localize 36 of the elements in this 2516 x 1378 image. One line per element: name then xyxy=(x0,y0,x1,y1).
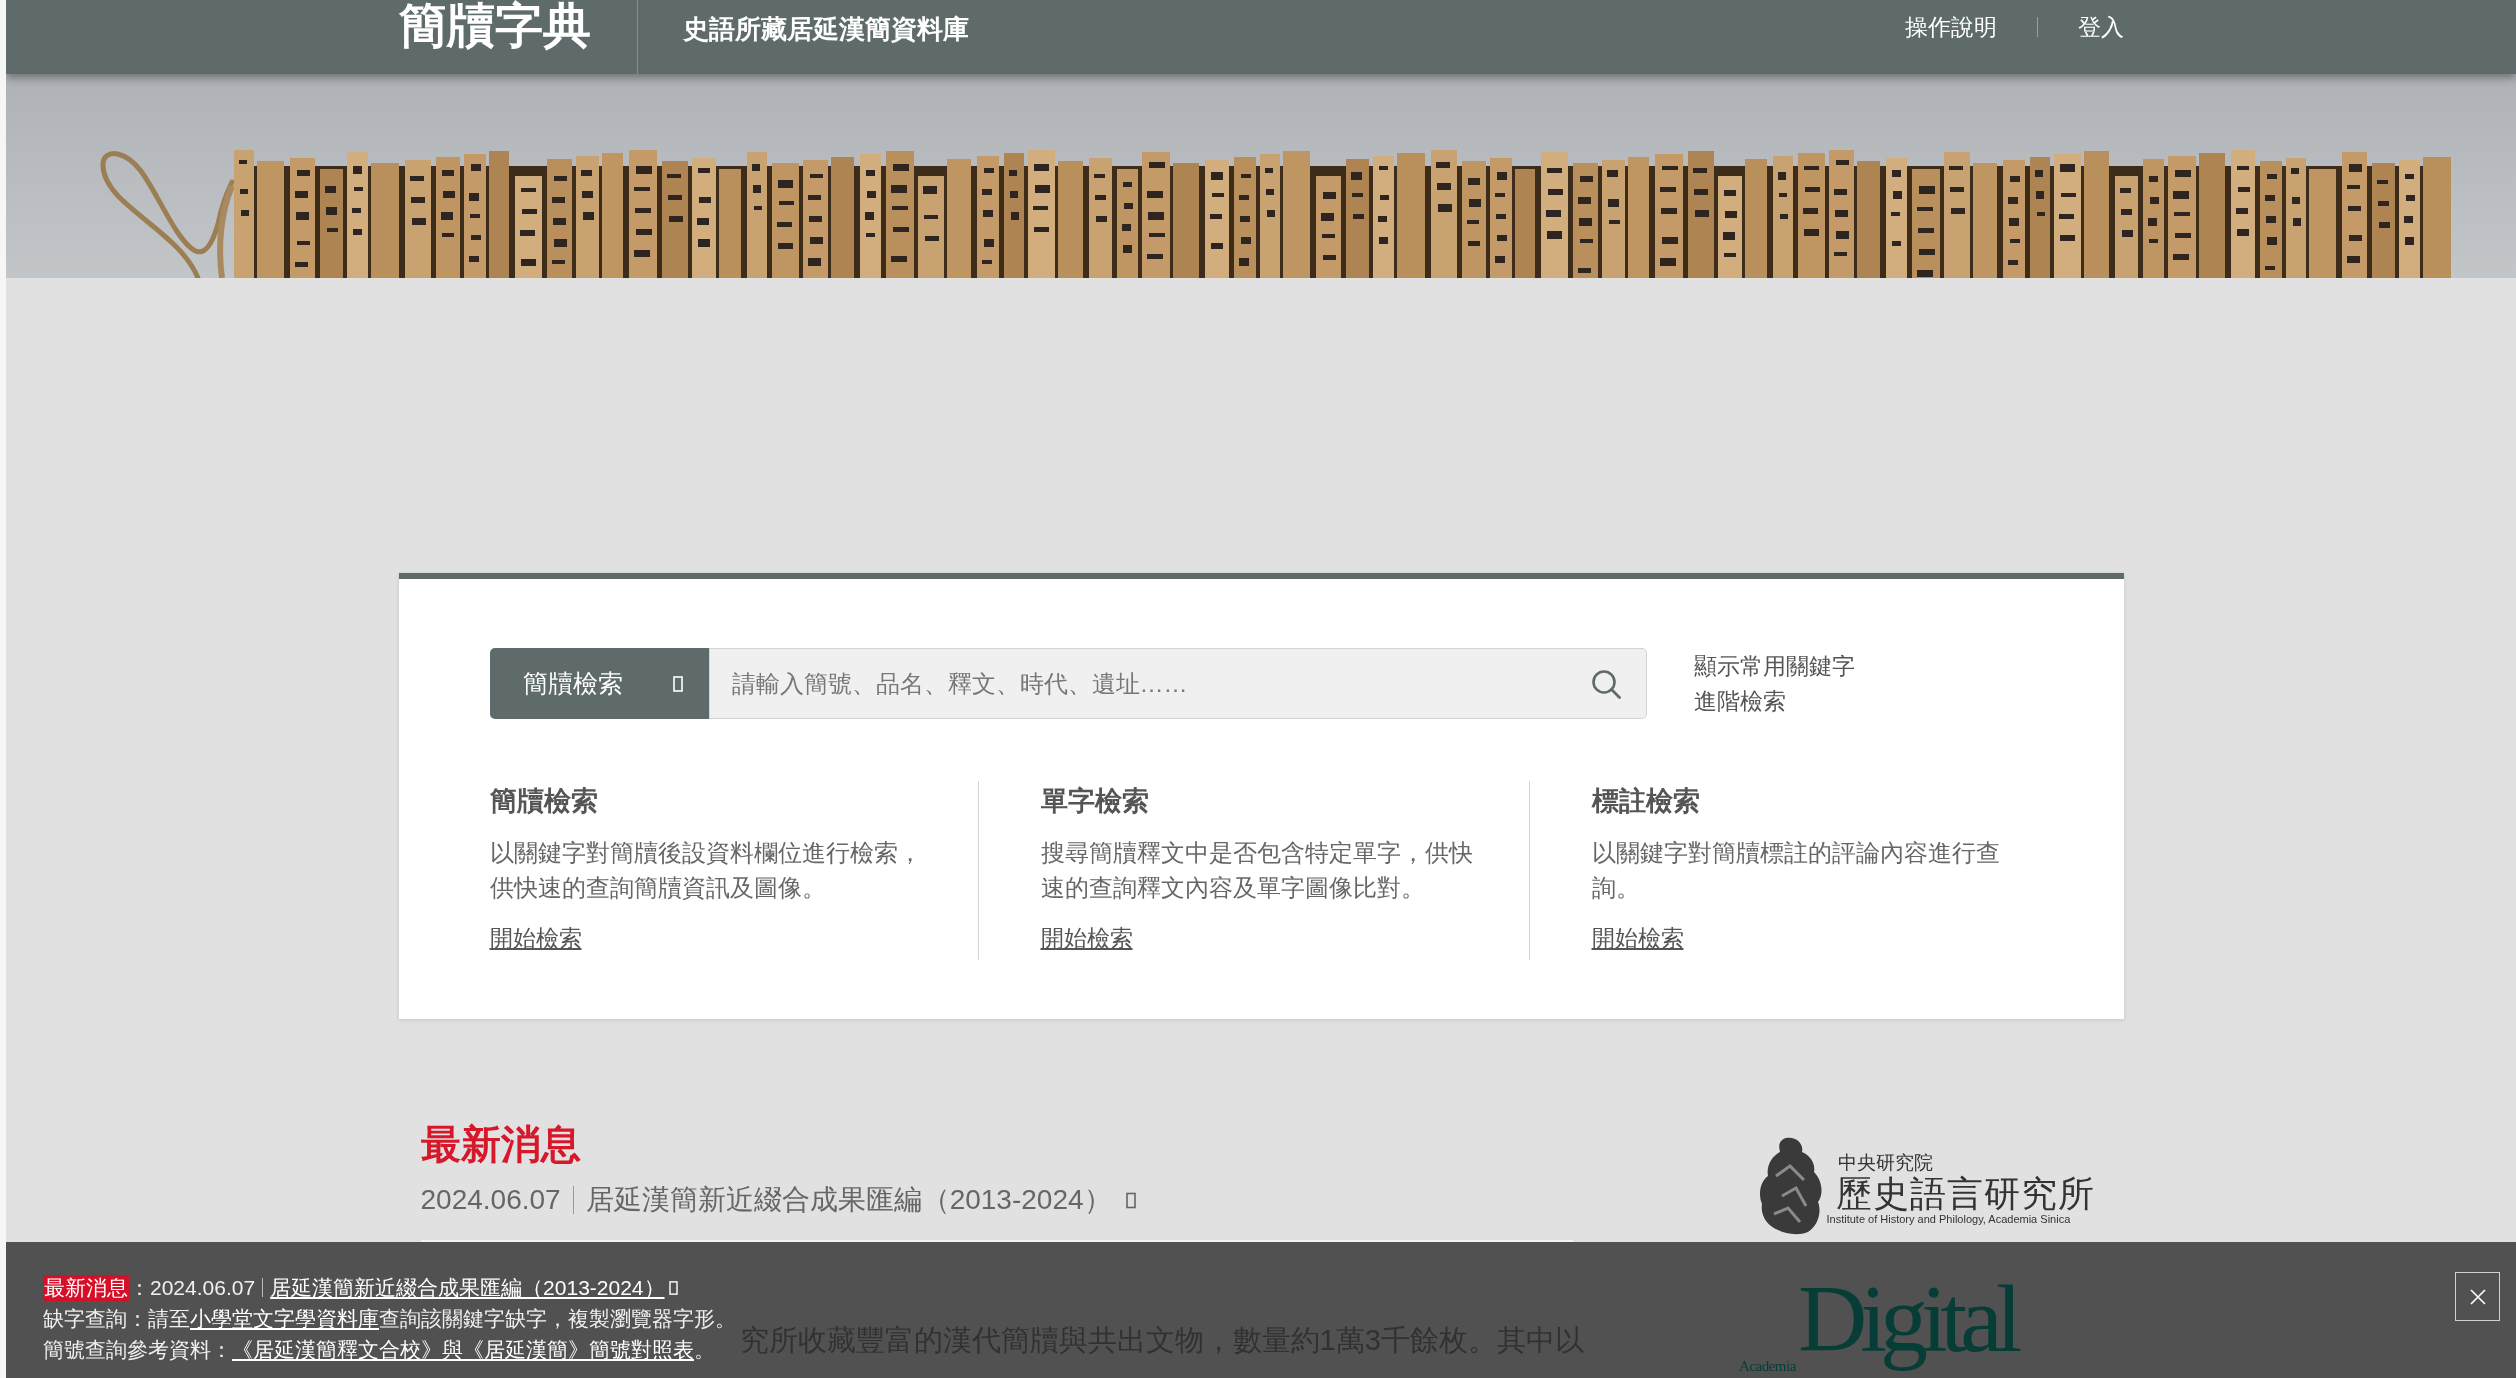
start-search-link[interactable]: 開始檢索 xyxy=(489,924,582,954)
search-mode-title: 單字檢索 xyxy=(1040,785,1149,818)
search-mode-title: 標註檢索 xyxy=(1591,785,1700,818)
news-label: 最新消息 xyxy=(43,1274,129,1301)
partner-logo: Digital xyxy=(1797,1264,2017,1374)
close-icon xyxy=(2469,1288,2486,1305)
academy-name: 中央研究院 xyxy=(1837,1152,1933,1174)
search-mode-description: 搜尋簡牘釋文中是否包含特定單字，供快速的查詢釋文內容及單字圖像比對。 xyxy=(1040,839,1473,903)
close-button[interactable] xyxy=(2455,1272,2500,1321)
news-heading: 最新消息 xyxy=(420,1121,581,1168)
nav-link[interactable]: 操作說明 xyxy=(1904,11,1997,43)
start-search-link[interactable]: 開始檢索 xyxy=(1040,924,1133,954)
institute-name: 歷史語言研究所 xyxy=(1835,1174,2095,1214)
site-logo[interactable]: 簡牘字典 xyxy=(398,0,591,52)
option-link[interactable]: 顯示常用關鍵字 xyxy=(1693,648,1855,684)
rectangle-icon xyxy=(672,675,683,692)
rectangle-icon xyxy=(668,1280,678,1295)
start-search-link[interactable]: 開始檢索 xyxy=(1591,924,1684,954)
site-subtitle: 史語所藏居延漢簡資料庫 xyxy=(682,14,969,44)
search-mode-title: 簡牘檢索 xyxy=(489,785,598,818)
notice-date: ：2024.06.07 xyxy=(129,1275,256,1301)
notice-text: 簡號查詢參考資料：《居延漢簡釋文合校》與《居延漢簡》簡號對照表。 xyxy=(43,1337,715,1363)
category-dropdown[interactable]: 簡牘檢索 xyxy=(489,648,709,719)
news-title-link[interactable]: 居延漢簡新近綴合成果匯編（2013-2024） xyxy=(585,1180,1136,1220)
notice-link[interactable]: 小學堂文字學資料庫 xyxy=(190,1307,379,1330)
notice-text: 缺字查詢：請至小學堂文字學資料庫查詢該關鍵字缺字，複製瀏覽器字形。 xyxy=(43,1306,736,1332)
search-mode-description: 以關鍵字對簡牘標註的評論內容進行查詢。 xyxy=(1591,839,2001,903)
notice-news-link[interactable]: 居延漢簡新近綴合成果匯編（2013-2024） xyxy=(270,1272,678,1303)
notice-link[interactable]: 《居延漢簡釋文合校》與《居延漢簡》簡號對照表 xyxy=(232,1338,694,1361)
partner-logo-subtext: Academia xyxy=(1739,1359,1796,1373)
news-date: 2024.06.07 xyxy=(420,1183,561,1217)
rectangle-icon xyxy=(1125,1191,1136,1209)
institute-english-name: Institute of History and Philology, Academia Sinica xyxy=(1826,1212,2071,1226)
option-link[interactable]: 進階檢索 xyxy=(1693,683,1786,719)
nav-link[interactable]: 登入 xyxy=(2077,11,2124,43)
search-mode-description: 以關鍵字對簡牘後設資料欄位進行檢索，供快速的查詢簡牘資訊及圖像。 xyxy=(489,839,922,903)
